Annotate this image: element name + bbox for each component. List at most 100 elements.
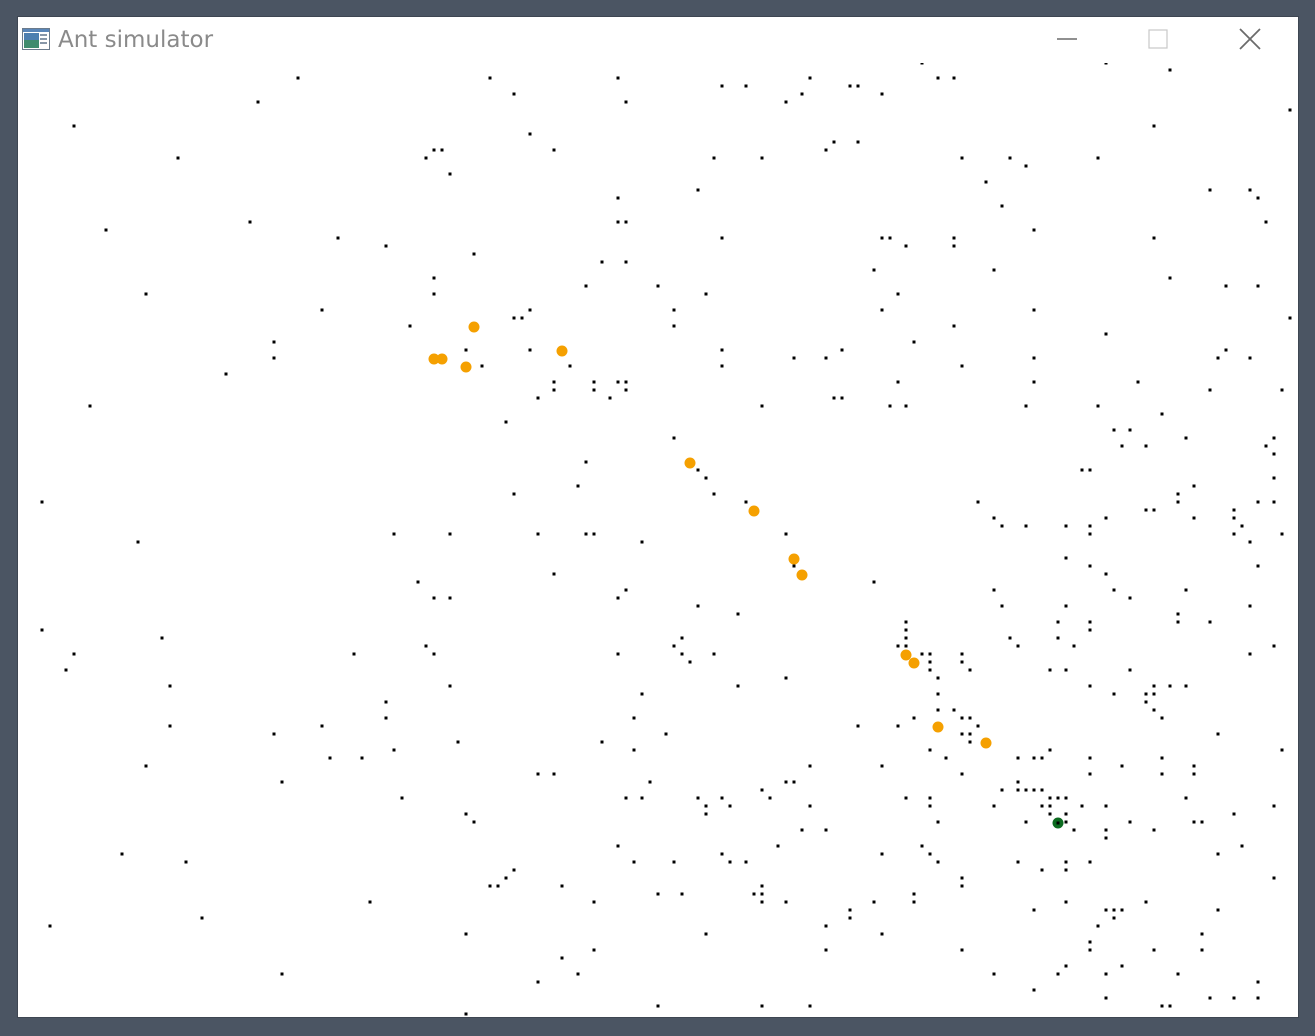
ant-layer	[428, 321, 992, 749]
food-dot	[1200, 948, 1204, 952]
food-dot	[960, 660, 964, 664]
food-dot	[1024, 524, 1028, 528]
food-dot	[1080, 468, 1084, 472]
food-dot	[1024, 404, 1028, 408]
maximize-icon	[1148, 29, 1168, 49]
food-dot	[480, 364, 484, 368]
food-dot	[616, 652, 620, 656]
food-dot	[936, 708, 940, 712]
food-dot	[536, 396, 540, 400]
food-dot	[1216, 356, 1220, 360]
food-dot	[880, 852, 884, 856]
food-dot	[928, 852, 932, 856]
food-dot	[968, 716, 972, 720]
minimize-icon	[1057, 38, 1077, 40]
food-dot	[720, 852, 724, 856]
food-dot	[1272, 500, 1276, 504]
food-dot	[40, 500, 44, 504]
food-dot	[856, 140, 860, 144]
food-dot	[1256, 980, 1260, 984]
food-dot	[808, 764, 812, 768]
food-dot	[760, 884, 764, 888]
food-dot	[728, 860, 732, 864]
title-bar[interactable]: Ant simulator	[18, 17, 1298, 63]
food-dot	[1248, 604, 1252, 608]
ant	[932, 721, 944, 733]
food-dot	[760, 156, 764, 160]
food-dot	[1256, 996, 1260, 1000]
food-dot	[1104, 908, 1108, 912]
food-dot	[1184, 684, 1188, 688]
food-dot	[1232, 508, 1236, 512]
food-dot	[1112, 908, 1116, 912]
food-dot	[960, 732, 964, 736]
food-dot	[624, 100, 628, 104]
food-dot	[120, 852, 124, 856]
food-dot	[64, 668, 68, 672]
food-dot	[1064, 604, 1068, 608]
food-dot	[136, 540, 140, 544]
food-dot	[744, 860, 748, 864]
maximize-button[interactable]	[1135, 17, 1181, 61]
food-dot	[1040, 804, 1044, 808]
food-dot	[616, 76, 620, 80]
food-dot	[1160, 756, 1164, 760]
food-dot	[920, 844, 924, 848]
food-dot	[1088, 620, 1092, 624]
close-button[interactable]	[1227, 17, 1273, 61]
food-dot	[552, 772, 556, 776]
food-dot	[400, 796, 404, 800]
food-dot	[656, 1004, 660, 1008]
food-dot	[800, 92, 804, 96]
food-dot	[1256, 284, 1260, 288]
food-dot	[976, 500, 980, 504]
food-dot	[848, 908, 852, 912]
food-dot	[1112, 916, 1116, 920]
food-dot	[472, 820, 476, 824]
food-dot	[856, 724, 860, 728]
food-dot	[808, 804, 812, 808]
food-dot	[464, 348, 468, 352]
food-dot	[968, 668, 972, 672]
food-dot	[392, 532, 396, 536]
food-dot	[1088, 756, 1092, 760]
food-dot	[1192, 772, 1196, 776]
food-dot	[1176, 612, 1180, 616]
food-dot	[496, 884, 500, 888]
simulation-canvas[interactable]	[18, 63, 1298, 1017]
food-dot	[888, 404, 892, 408]
food-dot	[672, 644, 676, 648]
food-dot	[680, 636, 684, 640]
food-dot	[1008, 636, 1012, 640]
food-dot	[912, 716, 916, 720]
food-dot	[272, 732, 276, 736]
food-dot	[1128, 596, 1132, 600]
food-dot	[936, 820, 940, 824]
food-dot	[448, 596, 452, 600]
food-dot	[808, 76, 812, 80]
food-dot	[704, 476, 708, 480]
minimize-button[interactable]	[1044, 17, 1090, 61]
food-dot	[1120, 764, 1124, 768]
food-dot	[760, 892, 764, 896]
food-dot	[960, 652, 964, 656]
food-dot	[384, 244, 388, 248]
food-dot	[1000, 524, 1004, 528]
food-dot	[792, 780, 796, 784]
food-dot	[616, 844, 620, 848]
app-window: Ant simulator	[18, 17, 1298, 1017]
food-dot	[1288, 316, 1292, 320]
food-dot	[912, 892, 916, 896]
food-dot	[600, 260, 604, 264]
food-dot	[464, 932, 468, 936]
ant	[900, 649, 912, 661]
food-dot	[1112, 428, 1116, 432]
food-dot	[1056, 972, 1060, 976]
food-dot	[784, 532, 788, 536]
food-dot	[352, 652, 356, 656]
food-dot	[960, 876, 964, 880]
food-dot	[1104, 836, 1108, 840]
food-dot	[1200, 820, 1204, 824]
food-dot	[560, 956, 564, 960]
food-dot	[824, 948, 828, 952]
